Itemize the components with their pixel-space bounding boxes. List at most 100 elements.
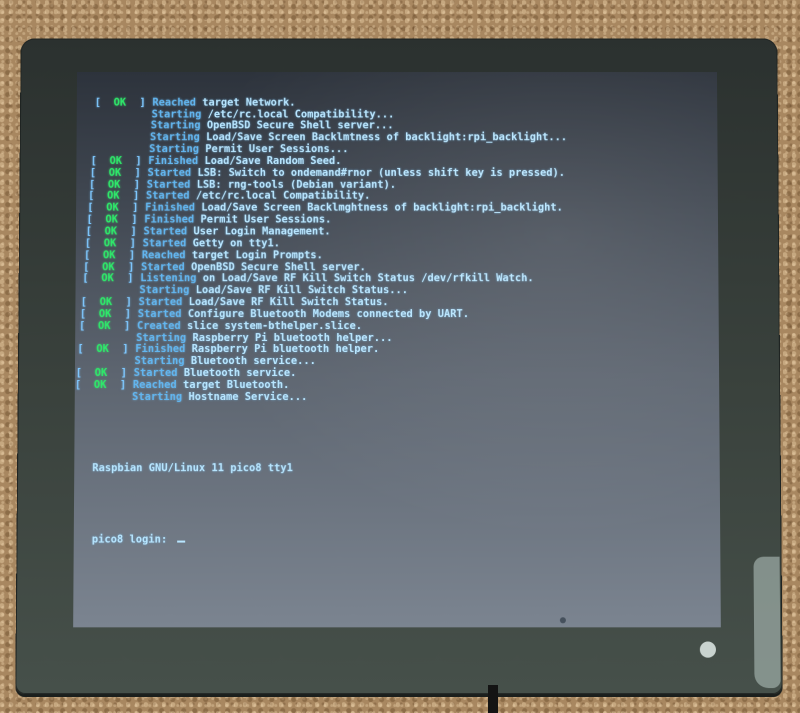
- status-bracket-close: ]: [132, 190, 140, 203]
- log-message: /etc/rc.local Compatibility...: [207, 108, 395, 120]
- status-ok: OK: [96, 343, 109, 356]
- text-cursor: [177, 540, 186, 543]
- log-message: Load/Save Random Seed.: [204, 154, 342, 167]
- log-verb: Listening: [140, 272, 197, 285]
- log-verb: Started: [142, 237, 187, 250]
- log-verb: Starting: [134, 355, 185, 368]
- os-banner: Raspbian GNU/Linux 11 pico8 tty1: [92, 461, 293, 475]
- log-message: Load/Save Screen Backlmghtness of backli…: [201, 201, 563, 214]
- log-message: Permit User Sessions.: [200, 213, 332, 226]
- login-line[interactable]: pico8 login:: [91, 533, 569, 546]
- status-bracket-open: [: [84, 237, 92, 250]
- status-bracket-close: ]: [134, 166, 141, 179]
- log-verb: Finished: [145, 201, 196, 214]
- log-message: Getty on tty1.: [192, 237, 280, 250]
- boot-log-line: Starting Hostname Service...: [74, 390, 568, 404]
- status-bracket-close: ]: [135, 154, 142, 167]
- log-message: LSB: Switch to ondemand#rnor (unless shi…: [197, 166, 565, 179]
- log-verb: Started: [145, 190, 190, 203]
- screen-smudge: [559, 617, 566, 624]
- log-message: slice system-bthelper.slice.: [186, 319, 363, 332]
- status-badge: [ OK]: [82, 272, 140, 286]
- status-ok: OK: [108, 166, 122, 179]
- log-message: OpenBSD Secure Shell server.: [190, 260, 366, 273]
- log-verb: Starting: [150, 119, 201, 132]
- log-message: Permit User Sessions...: [205, 143, 349, 156]
- status-bracket-close: ]: [123, 319, 131, 332]
- boot-console: [OK] Reached target Network. Starting /etc…: [75, 74, 569, 570]
- status-bracket-open: [: [82, 272, 89, 285]
- status-bracket-close: ]: [129, 237, 136, 250]
- log-message: Configure Bluetooth Modems connected by …: [187, 307, 470, 320]
- log-verb: Starting: [139, 284, 190, 297]
- log-message: Bluetooth service...: [190, 355, 316, 368]
- log-message: target Network.: [202, 96, 296, 109]
- log-verb: Created: [136, 319, 181, 332]
- log-message: /etc/rc.local Compatibility.: [195, 190, 371, 203]
- log-message: Raspberry Pi bluetooth helper.: [191, 343, 380, 356]
- log-message: Raspberry Pi bluetooth helper...: [192, 331, 393, 344]
- status-bracket-close: ]: [119, 378, 127, 391]
- log-message: Load/Save RF Kill Switch Status...: [195, 284, 409, 297]
- status-bracket-close: ]: [124, 307, 132, 320]
- log-message: Hostname Service...: [188, 390, 308, 403]
- lcd-screen: [OK] Reached target Network. Starting /etc…: [73, 72, 721, 628]
- status-badge: [ OK]: [77, 343, 135, 356]
- log-message: Bluetooth service.: [183, 367, 297, 380]
- log-verb: Started: [141, 260, 185, 273]
- log-verb: Reached: [152, 96, 196, 109]
- log-verb: Started: [143, 225, 188, 238]
- status-ok: OK: [102, 249, 116, 261]
- log-message: LSB: rng-tools (Debian variant).: [196, 178, 397, 191]
- status-bracket-open: [: [78, 319, 86, 332]
- log-verb: Starting: [132, 390, 183, 403]
- status-ok: OK: [97, 319, 111, 332]
- log-message: on Load/Save RF Kill Switch Status /dev/…: [202, 272, 534, 285]
- login-prompt: pico8 login:: [91, 533, 174, 546]
- status-ok: OK: [101, 272, 114, 285]
- log-verb: Starting: [149, 143, 200, 156]
- status-bracket-close: ]: [127, 272, 134, 285]
- log-verb: Started: [137, 307, 182, 320]
- status-badge: [ OK]: [78, 319, 137, 333]
- log-verb: Finished: [144, 213, 195, 226]
- log-message: User Login Management.: [193, 225, 331, 238]
- status-ok: OK: [98, 307, 112, 320]
- status-bracket-close: ]: [122, 343, 129, 356]
- log-message: Load/Save RF Kill Switch Status.: [188, 296, 389, 309]
- bezel-dot: [699, 641, 717, 658]
- status-bracket-open: [: [89, 166, 97, 179]
- status-bracket-close: ]: [132, 201, 139, 214]
- status-bracket-close: ]: [133, 178, 141, 191]
- status-bracket-close: ]: [128, 260, 135, 273]
- status-ok: OK: [113, 96, 127, 109]
- status-badge: [ OK]: [94, 96, 153, 109]
- log-message: OpenBSD Secure Shell server...: [206, 119, 394, 132]
- boot-log: [OK] Reached target Network. Starting /etc…: [75, 96, 568, 403]
- log-verb: Finished: [135, 343, 186, 356]
- status-ok: OK: [109, 154, 123, 167]
- status-bracket-close: ]: [131, 213, 138, 226]
- log-verb: Started: [138, 296, 183, 309]
- status-bracket-close: ]: [130, 225, 137, 238]
- log-verb: Reached: [132, 378, 177, 391]
- display-device: [OK] Reached target Network. Starting /etc…: [15, 38, 783, 695]
- status-bracket-close: ]: [125, 296, 132, 309]
- log-verb: Starting: [136, 331, 187, 344]
- log-message: target Login Prompts.: [191, 249, 323, 261]
- status-bracket-open: [: [77, 343, 84, 356]
- status-bracket-open: [: [79, 307, 87, 320]
- status-bracket-close: ]: [120, 367, 127, 380]
- status-bracket-close: ]: [139, 96, 146, 109]
- power-cable: [488, 685, 498, 713]
- status-ok: OK: [93, 378, 107, 391]
- status-bracket-open: [: [83, 249, 91, 261]
- log-verb: Started: [147, 166, 192, 179]
- log-verb: Reached: [141, 249, 186, 261]
- status-ok: OK: [103, 237, 117, 250]
- status-bracket-open: [: [94, 96, 102, 109]
- log-verb: Finished: [148, 154, 199, 167]
- log-message: target Bluetooth.: [182, 378, 290, 391]
